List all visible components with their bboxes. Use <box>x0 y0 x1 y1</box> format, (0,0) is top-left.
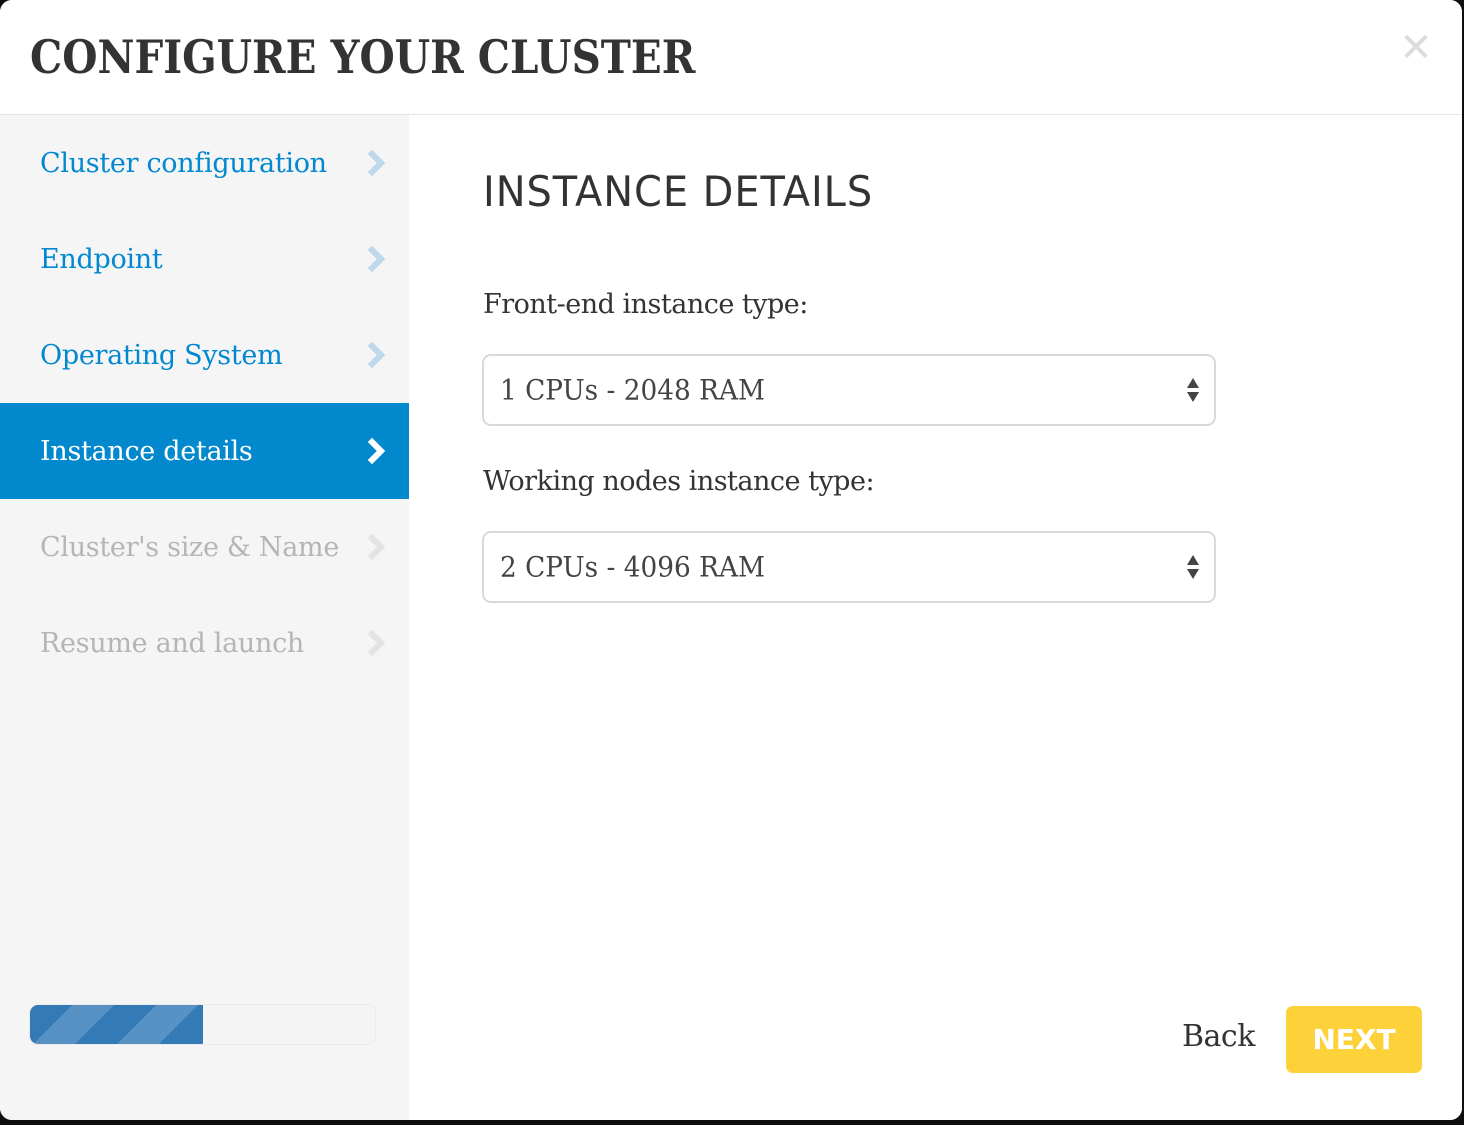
modal-header: CONFIGURE YOUR CLUSTER ✕ <box>0 0 1462 115</box>
progress-bar-fill <box>30 1005 203 1044</box>
sidebar-item-cluster-size-name: Cluster's size & Name <box>0 499 409 595</box>
close-icon[interactable]: ✕ <box>1398 28 1434 68</box>
select-arrows-icon <box>1186 553 1200 581</box>
sidebar-item-label: Cluster's size & Name <box>40 531 340 563</box>
sidebar-item-label: Endpoint <box>40 243 163 275</box>
chevron-right-icon <box>367 533 387 561</box>
wizard-steps-sidebar: Cluster configuration Endpoint Operating… <box>0 115 409 1120</box>
sidebar-item-label: Instance details <box>40 435 253 467</box>
sidebar-item-operating-system[interactable]: Operating System <box>0 307 409 403</box>
sidebar-item-label: Cluster configuration <box>40 147 327 179</box>
wizard-progress-bar <box>29 1004 376 1045</box>
working-nodes-instance-type-select[interactable]: 2 CPUs - 4096 RAM <box>482 531 1216 603</box>
select-arrows-icon <box>1186 376 1200 404</box>
modal-title: CONFIGURE YOUR CLUSTER <box>30 30 696 84</box>
sidebar-item-resume-launch: Resume and launch <box>0 595 409 691</box>
instance-details-panel: INSTANCE DETAILS Front-end instance type… <box>410 115 1462 1120</box>
sidebar-item-instance-details[interactable]: Instance details <box>0 403 409 499</box>
frontend-instance-type-label: Front-end instance type: <box>483 289 808 320</box>
chevron-right-icon <box>367 149 387 177</box>
back-button[interactable]: Back <box>1182 1019 1255 1054</box>
sidebar-item-label: Resume and launch <box>40 627 304 659</box>
working-nodes-instance-type-label: Working nodes instance type: <box>483 466 875 497</box>
section-title: INSTANCE DETAILS <box>483 167 874 216</box>
chevron-right-icon <box>367 341 387 369</box>
chevron-right-icon <box>367 437 387 465</box>
sidebar-item-cluster-configuration[interactable]: Cluster configuration <box>0 115 409 211</box>
configure-cluster-modal: CONFIGURE YOUR CLUSTER ✕ Cluster configu… <box>0 0 1462 1120</box>
chevron-right-icon <box>367 245 387 273</box>
sidebar-item-endpoint[interactable]: Endpoint <box>0 211 409 307</box>
working-nodes-instance-type-value: 2 CPUs - 4096 RAM <box>500 550 765 584</box>
sidebar-item-label: Operating System <box>40 339 283 371</box>
chevron-right-icon <box>367 629 387 657</box>
frontend-instance-type-value: 1 CPUs - 2048 RAM <box>500 373 765 407</box>
frontend-instance-type-select[interactable]: 1 CPUs - 2048 RAM <box>482 354 1216 426</box>
next-button[interactable]: NEXT <box>1286 1006 1422 1073</box>
